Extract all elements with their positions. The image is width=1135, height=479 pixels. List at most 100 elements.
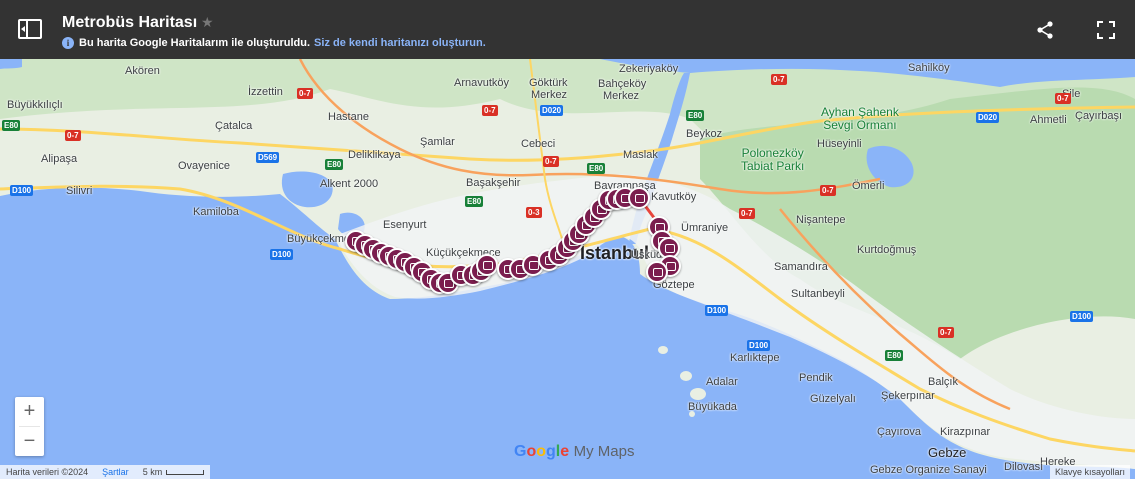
place-label: Merkez xyxy=(531,89,568,101)
road-shield: 0-7 xyxy=(771,74,787,85)
place-label: Başakşehir xyxy=(466,177,521,189)
place-label: Pendik xyxy=(799,372,833,384)
metrobus-stop-marker[interactable] xyxy=(646,261,668,283)
place-label: Büyükada xyxy=(688,401,737,413)
place-label: Bahçeköy xyxy=(598,78,647,90)
place-label: Merkez xyxy=(603,90,640,102)
place-label: Silivri xyxy=(66,185,93,197)
info-icon: i xyxy=(62,37,74,49)
map-header: Metrobüs Haritası ★ i Bu harita Google H… xyxy=(0,0,1135,59)
google-my-maps-logo: Google My Maps xyxy=(514,443,634,461)
place-label: Büyükkılıçlı xyxy=(7,99,63,111)
road-shield: D569 xyxy=(256,152,280,163)
place-label: Kirazpınar xyxy=(940,426,991,438)
place-label: Güzelyalı xyxy=(810,393,856,405)
scale-bar xyxy=(166,470,205,475)
place-label: Alkent 2000 xyxy=(320,178,379,190)
place-label: Kamiloba xyxy=(193,206,239,218)
road-shield: E80 xyxy=(2,120,21,131)
place-label: Arnavutköy xyxy=(454,77,510,89)
place-label: Deliklikaya xyxy=(348,149,401,161)
terms-link[interactable]: Şartlar xyxy=(102,467,129,477)
keyboard-shortcuts-link[interactable]: Klavye kısayolları xyxy=(1050,465,1131,479)
road-shield: 0-7 xyxy=(938,327,954,338)
star-icon[interactable]: ★ xyxy=(201,14,214,31)
place-label: Nişantepe xyxy=(796,214,846,226)
place-label: Kurtdoğmuş xyxy=(857,244,917,256)
place-label: Akören xyxy=(125,65,160,77)
place-label: Kavutköy xyxy=(651,191,697,203)
road-shield: D020 xyxy=(540,105,564,116)
place-label: Samandıra xyxy=(774,261,828,273)
road-shield: D020 xyxy=(976,112,1000,123)
place-label: Göktürk xyxy=(529,77,568,89)
place-label: Ayhan Şahenk Sevgi Ormanı xyxy=(821,105,899,132)
road-shield: D100 xyxy=(270,249,294,260)
place-label: İzzettin xyxy=(248,86,283,98)
place-label: Zekeriyaköy xyxy=(619,63,679,75)
zoom-in-button[interactable]: + xyxy=(15,397,44,426)
google-wordmark: Google xyxy=(514,443,570,460)
road-shield: 0-7 xyxy=(297,88,313,99)
place-label: Ahmetli xyxy=(1030,114,1067,126)
road-shield: 0-7 xyxy=(1055,93,1071,104)
road-shield: 0-7 xyxy=(820,185,836,196)
place-label: Esenyurt xyxy=(383,219,427,231)
place-label: Ovayenice xyxy=(178,160,230,172)
place-label: Ümraniye xyxy=(681,222,729,234)
place-label: Hastane xyxy=(328,111,369,123)
road-shield: E80 xyxy=(465,196,484,207)
place-label: Polonezköy Tabiat Parkı xyxy=(741,146,805,173)
place-label: Dilovası xyxy=(1004,461,1044,473)
place-label: Çatalca xyxy=(215,120,253,132)
place-label: Beykoz xyxy=(686,128,723,140)
road-shield: E80 xyxy=(325,159,344,170)
road-shield: 0-7 xyxy=(482,105,498,116)
road-shield: 0-7 xyxy=(543,156,559,167)
road-shield: D100 xyxy=(747,340,771,351)
road-shield: 0-3 xyxy=(526,207,542,218)
road-shield: E80 xyxy=(885,350,904,361)
share-icon[interactable] xyxy=(1035,20,1055,40)
road-shield: D100 xyxy=(705,305,729,316)
mymaps-wordmark: My Maps xyxy=(573,443,635,460)
map-canvas[interactable]: Akören İzzettin Arnavutköy Göktürk Merkez Zek… xyxy=(0,59,1135,479)
map-attribution: Harita verileri ©2024 Şartlar 5 km xyxy=(0,465,211,479)
place-label: Cebeci xyxy=(521,138,556,150)
road-shield: 0-7 xyxy=(739,208,755,219)
fullscreen-icon[interactable] xyxy=(1096,20,1116,40)
map-data-credit: Harita verileri ©2024 xyxy=(6,467,89,477)
zoom-control: + − xyxy=(15,397,44,456)
place-label: Sultanbeyli xyxy=(791,288,845,300)
metrobus-stop-marker[interactable] xyxy=(628,187,650,209)
place-label: Çayırova xyxy=(877,426,922,438)
info-text: Bu harita Google Haritalarım ile oluştur… xyxy=(79,37,311,49)
place-label: Hüseyinli xyxy=(817,138,862,150)
scale-label: 5 km xyxy=(142,467,163,477)
place-label: Şekerpınar xyxy=(881,390,935,402)
place-label: Sahilköy xyxy=(908,62,950,74)
legend-toggle-icon[interactable] xyxy=(18,19,42,39)
place-label: Gebze Organize Sanayi xyxy=(870,464,987,476)
road-shield: D100 xyxy=(10,185,34,196)
place-label: Gebze xyxy=(928,445,967,460)
place-label: Çayırbaşı xyxy=(1075,110,1123,122)
place-label: Karlıktepe xyxy=(730,352,780,364)
place-label: Şamlar xyxy=(420,136,455,148)
place-label: Balçık xyxy=(928,376,958,388)
map-base xyxy=(0,59,1135,479)
road-shield: E80 xyxy=(686,110,705,121)
place-label: Alipaşa xyxy=(41,153,78,165)
create-map-link[interactable]: Siz de kendi haritanızı oluşturun. xyxy=(314,37,486,49)
metrobus-stop-marker[interactable] xyxy=(476,254,498,276)
map-title: Metrobüs Haritası xyxy=(62,14,198,31)
place-label: Maslak xyxy=(623,149,658,161)
place-label: Ömerli xyxy=(852,180,885,192)
scale-indicator[interactable]: 5 km xyxy=(143,467,205,477)
road-shield: D100 xyxy=(1070,311,1094,322)
road-shield: E80 xyxy=(587,163,606,174)
zoom-out-button[interactable]: − xyxy=(15,427,44,456)
road-shield: 0-7 xyxy=(65,130,81,141)
place-label: Adalar xyxy=(706,376,738,388)
info-line: i Bu harita Google Haritalarım ile oluşt… xyxy=(62,37,486,49)
